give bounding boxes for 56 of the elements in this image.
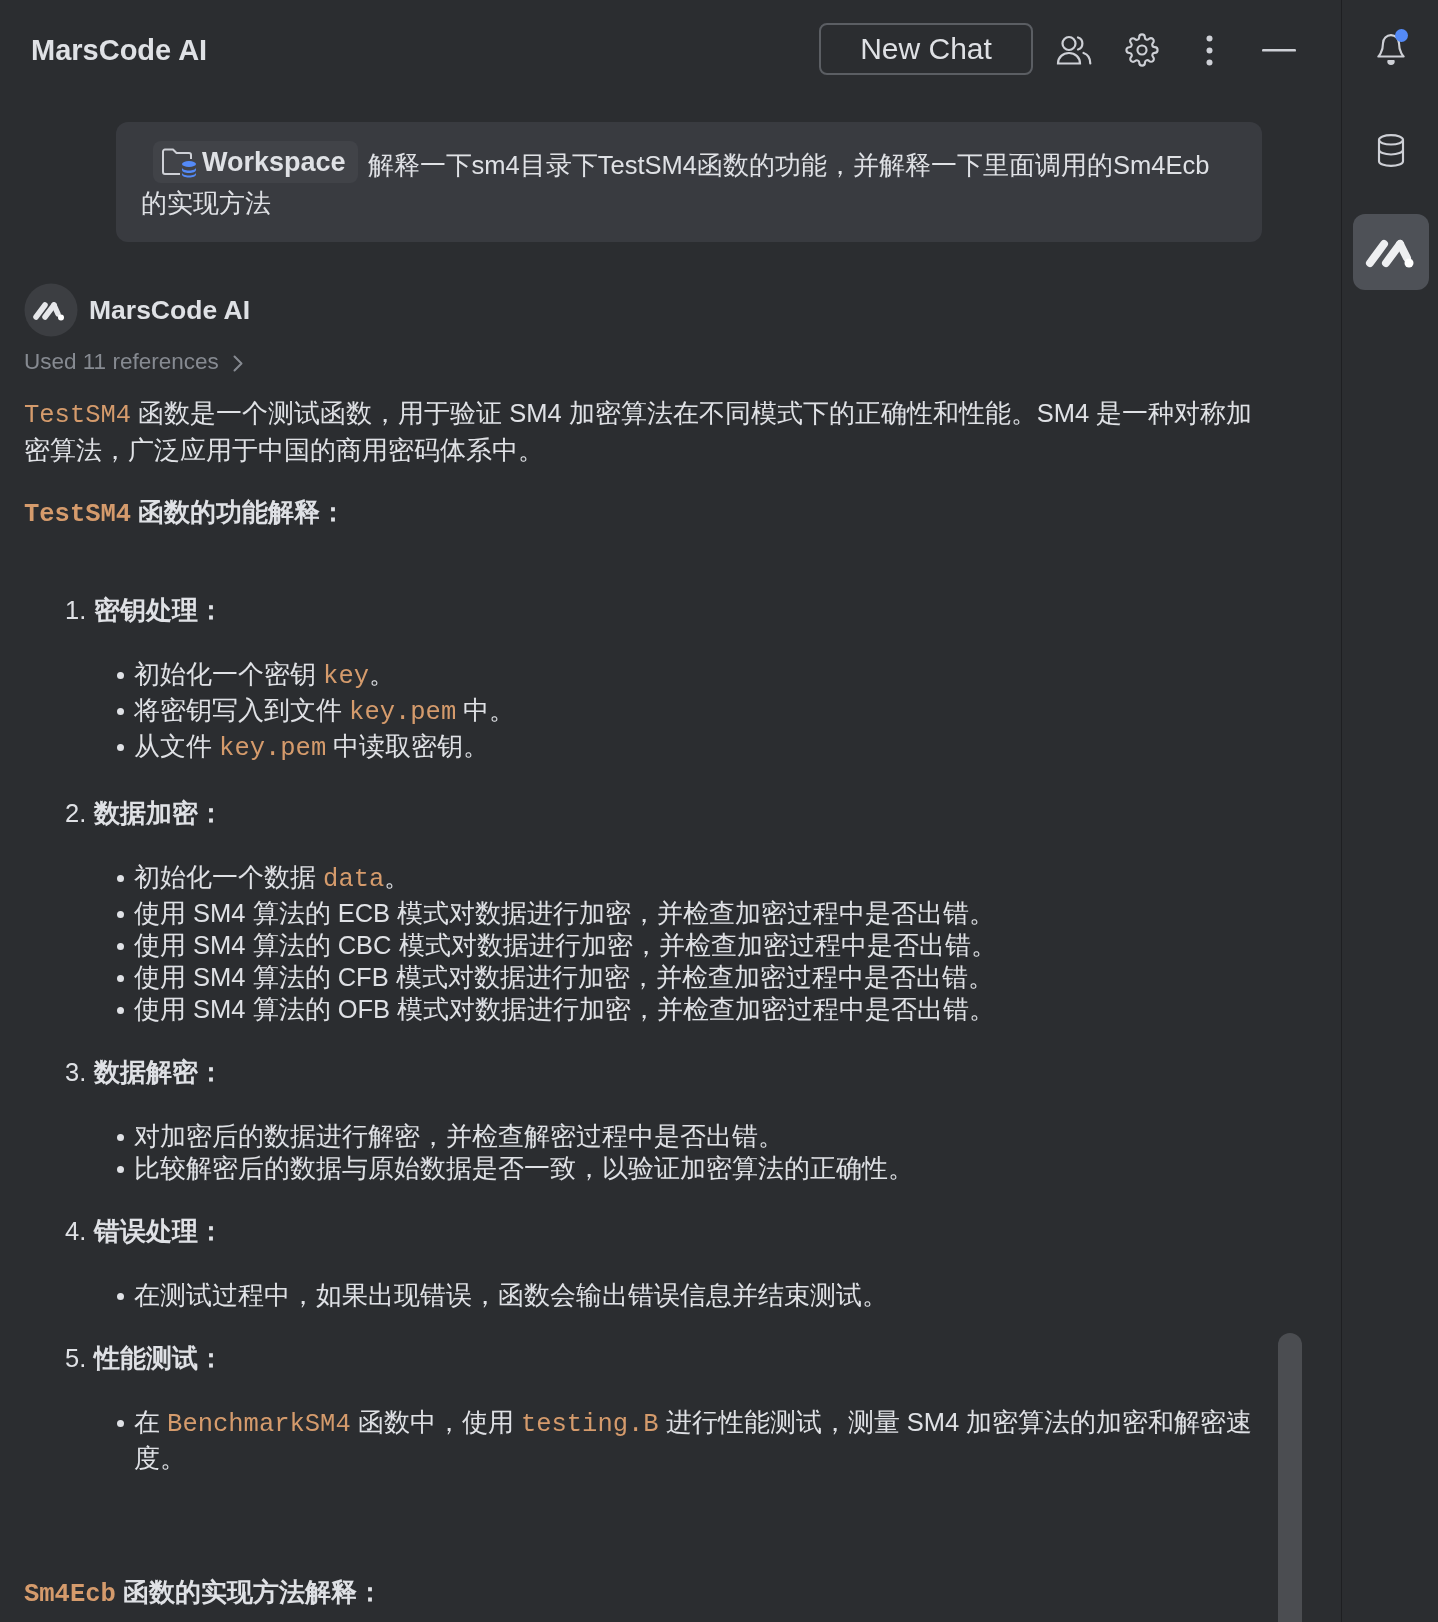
list-heading: 性能测试：: [94, 1343, 225, 1374]
users-icon[interactable]: [1056, 35, 1092, 65]
bullet-icon: [117, 943, 124, 950]
bullet-text: 在 BenchmarkSM4 函数中，使用 testing.B 进行性能测试，测量 SM4 加密算法的加密和解密速度。: [134, 1407, 1254, 1474]
list-heading: 错误处理：: [94, 1216, 225, 1247]
chevron-right-icon: [232, 355, 243, 372]
workspace-chip[interactable]: Workspace: [153, 141, 358, 183]
bullet-icon: [117, 1007, 124, 1014]
list-heading: 数据解密：: [94, 1057, 225, 1088]
scrollbar-thumb[interactable]: [1278, 1333, 1302, 1622]
bullet-icon: [117, 708, 124, 715]
section-heading: TestSM4 函数的功能解释：: [24, 497, 348, 531]
bullet-icon: [117, 1166, 124, 1173]
list-heading: 密钥处理：: [94, 595, 225, 626]
database-icon: [1375, 132, 1407, 168]
references-toggle[interactable]: Used 11 references: [24, 345, 243, 379]
assistant-avatar-icon: [24, 283, 78, 337]
bullet-text: 将密钥写入到文件 key.pem 中。: [134, 695, 517, 729]
database-tab[interactable]: [1375, 132, 1407, 168]
user-message-text: 解释一下sm4目录下TestSM4函数的功能，并解释一下里面调用的Sm4Ecb: [367, 150, 1210, 181]
more-icon[interactable]: [1206, 34, 1213, 66]
list-number: 5.: [65, 1343, 87, 1374]
bullet-icon: [117, 672, 124, 679]
minimize-icon[interactable]: [1262, 48, 1296, 52]
bullet-text: 从文件 key.pem 中读取密钥。: [134, 731, 491, 765]
list-number: 3.: [65, 1057, 87, 1088]
user-message-text: 的实现方法: [141, 188, 271, 219]
bullet-text: 使用 SM4 算法的 OFB 模式对数据进行加密，并检查加密过程中是否出错。: [134, 994, 997, 1025]
bullet-text: 初始化一个密钥 key。: [134, 659, 396, 693]
assistant-tab[interactable]: [1353, 214, 1429, 290]
bullet-text: 初始化一个数据 data。: [134, 862, 412, 896]
bullet-icon: [117, 1293, 124, 1300]
bullet-icon: [117, 1134, 124, 1141]
new-chat-button[interactable]: New Chat: [819, 22, 1033, 75]
assistant-name: MarsCode AI: [89, 294, 250, 326]
section-heading: Sm4Ecb 函数的实现方法解释：: [24, 1577, 384, 1611]
bullet-text: 比较解密后的数据与原始数据是否一致，以验证加密算法的正确性。: [134, 1153, 915, 1184]
paragraph: TestSM4 函数是一个测试函数，用于验证 SM4 加密算法在不同模式下的正确性和性能。SM4 是一种对称加密算法，广泛应用于中国的商用密码体系中。: [24, 398, 1254, 466]
list-number: 2.: [65, 798, 87, 829]
bullet-icon: [117, 1420, 124, 1427]
bullet-icon: [117, 875, 124, 882]
notifications-tab[interactable]: [1375, 30, 1407, 66]
bullet-icon: [117, 911, 124, 918]
list-number: 1.: [65, 595, 87, 626]
settings-icon[interactable]: [1125, 33, 1159, 67]
list-heading: 数据加密：: [94, 798, 225, 829]
bullet-text: 使用 SM4 算法的 CBC 模式对数据进行加密，并检查加密过程中是否出错。: [134, 930, 998, 961]
bullet-text: 在测试过程中，如果出现错误，函数会输出错误信息并结束测试。: [134, 1280, 889, 1311]
bullet-text: 使用 SM4 算法的 CFB 模式对数据进行加密，并检查加密过程中是否出错。: [134, 962, 995, 993]
bullet-text: 对加密后的数据进行解密，并检查解密过程中是否出错。: [134, 1121, 785, 1152]
bullet-icon: [117, 744, 124, 751]
bullet-icon: [117, 975, 124, 982]
folder-icon: [161, 146, 197, 178]
bullet-text: 使用 SM4 算法的 ECB 模式对数据进行加密，并检查加密过程中是否出错。: [134, 898, 997, 929]
app-title: MarsCode AI: [31, 33, 208, 67]
list-number: 4.: [65, 1216, 87, 1247]
